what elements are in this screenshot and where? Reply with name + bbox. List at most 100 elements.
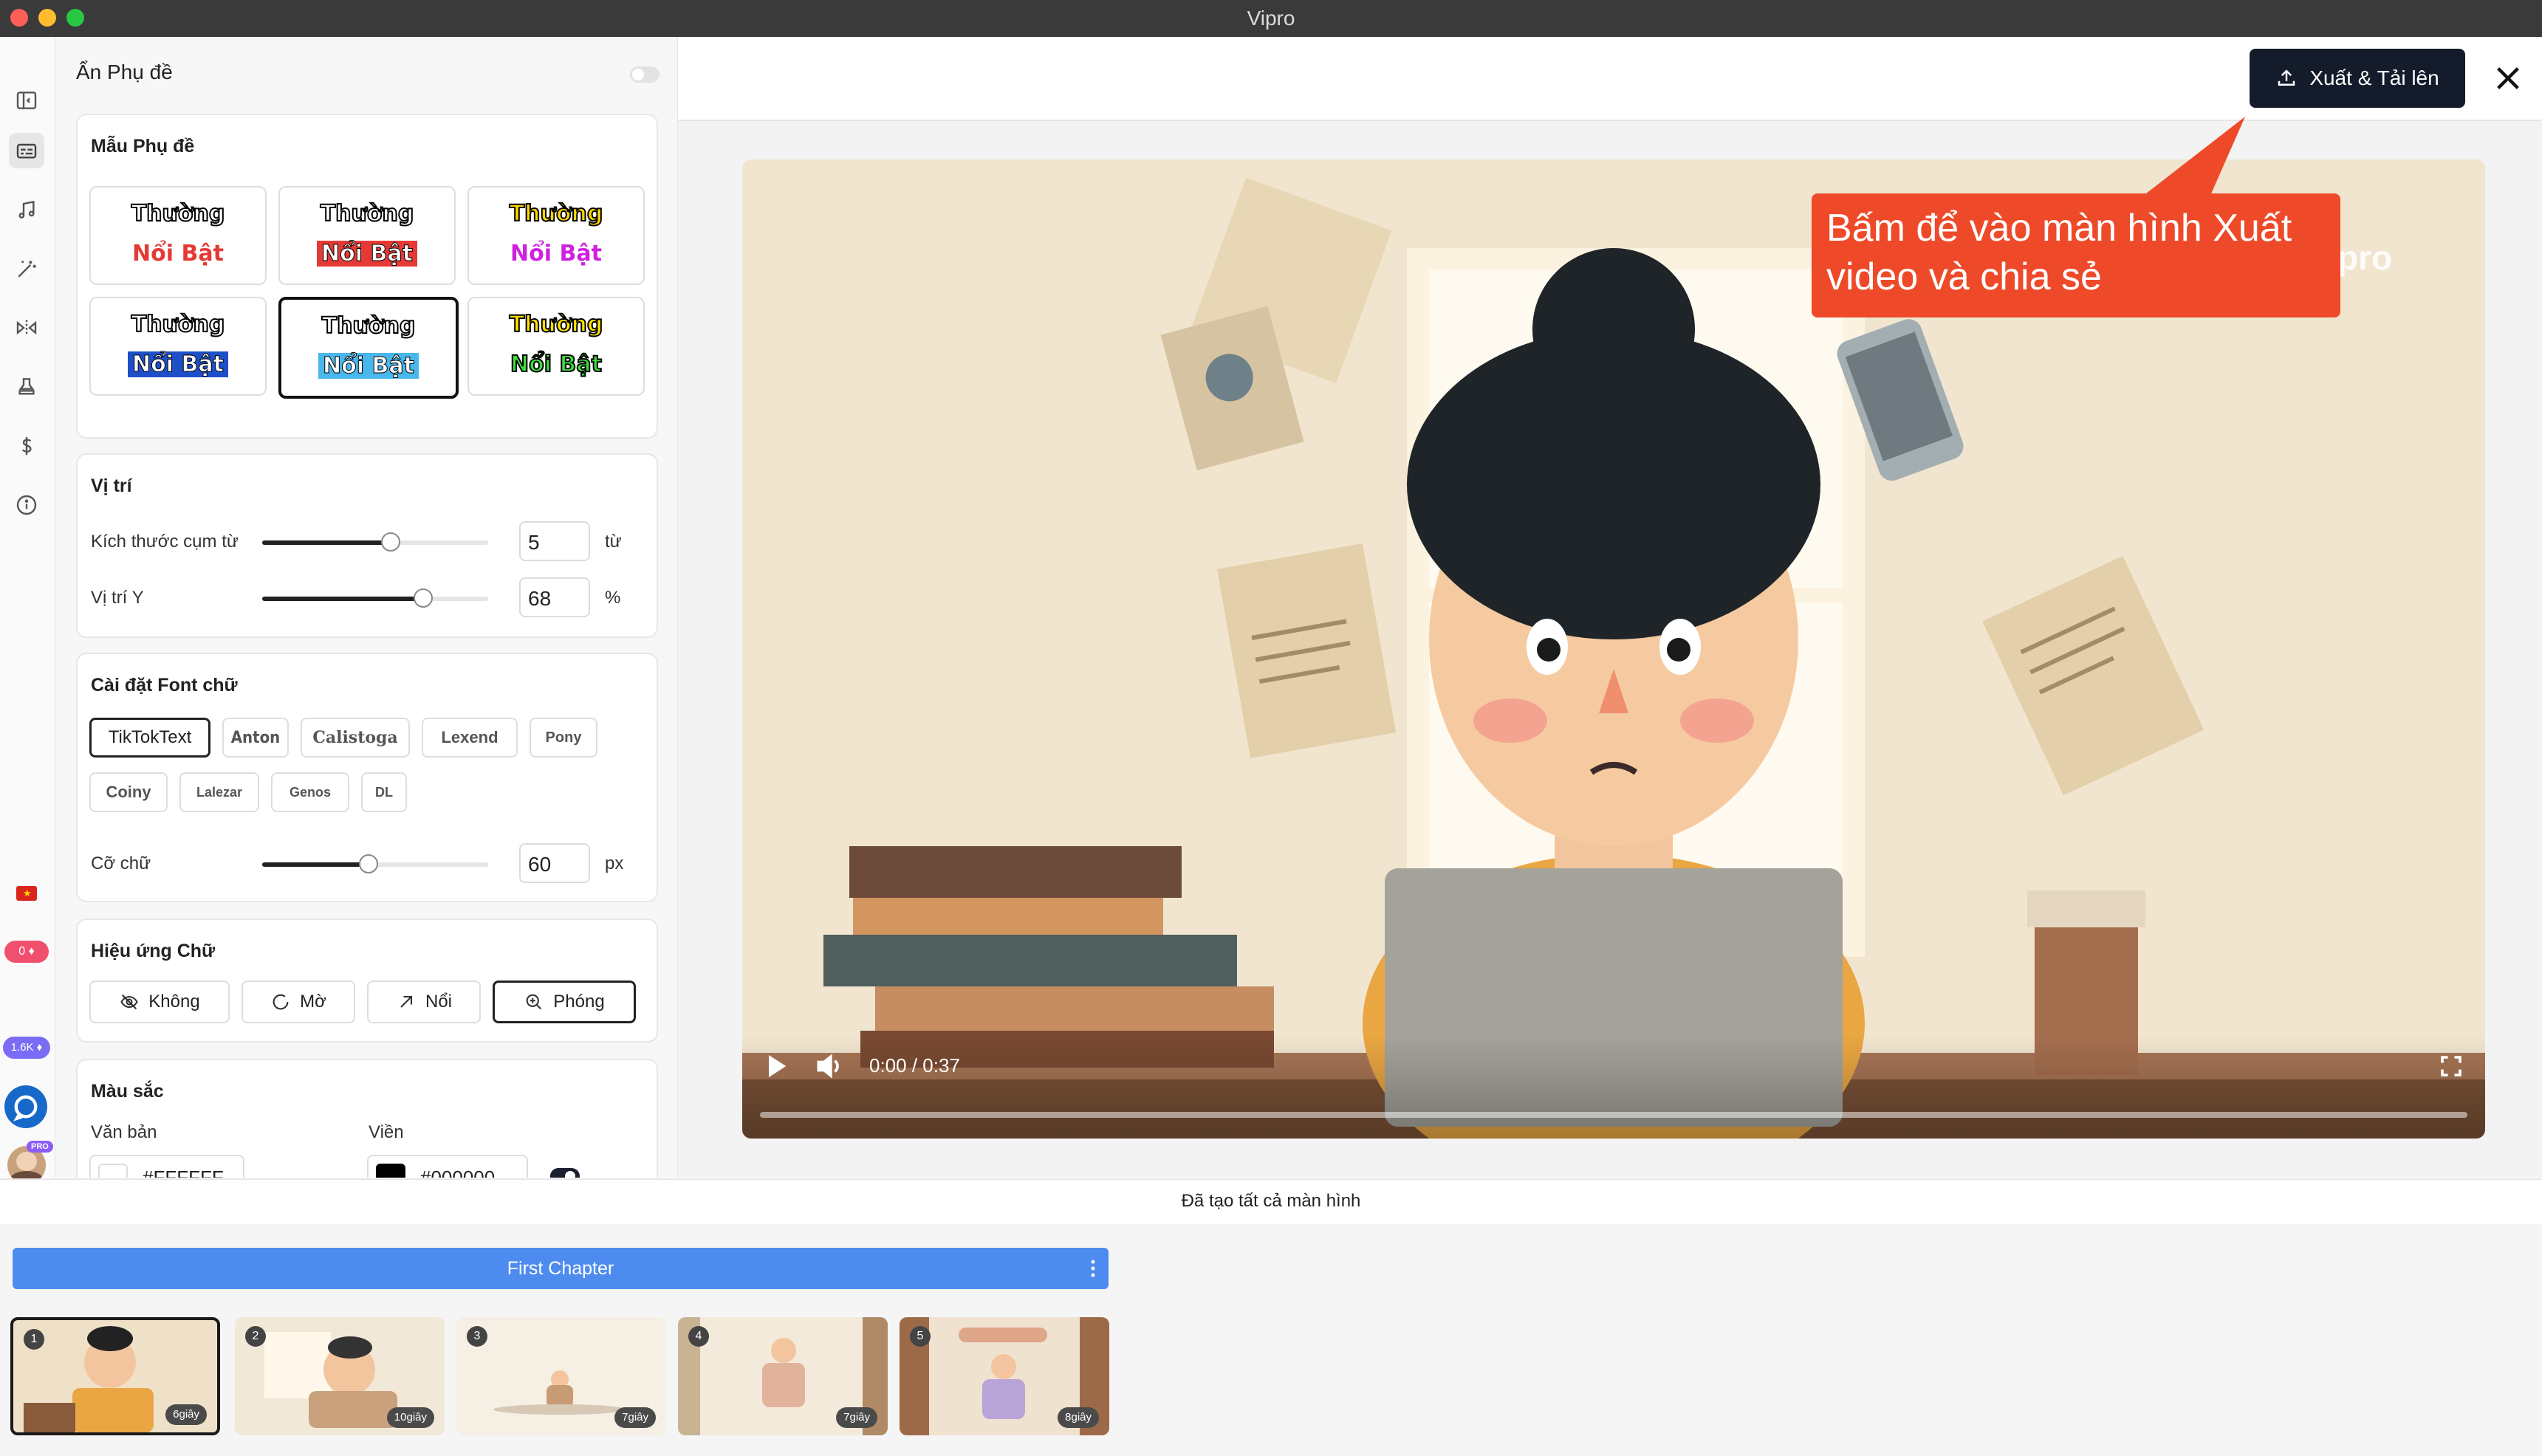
position-y-input[interactable]: 68 xyxy=(519,577,590,617)
subtitle-templates-card: Mẫu Phụ đề Thường Nổi Bật Thường Nổi Bật… xyxy=(76,114,658,439)
panel-collapse-icon[interactable] xyxy=(9,83,44,118)
scene-duration: 8giây xyxy=(1058,1407,1099,1428)
info-icon[interactable] xyxy=(9,487,44,523)
effect-zoom-button[interactable]: Phóng xyxy=(493,981,636,1023)
template-normal-text: Thường xyxy=(509,311,604,338)
music-icon[interactable] xyxy=(9,192,44,227)
video-progress-bar[interactable] xyxy=(760,1112,2467,1118)
font-option-calistoga[interactable]: Calistoga xyxy=(301,718,410,758)
colors-title: Màu sắc xyxy=(91,1081,164,1102)
scene-thumbnail[interactable]: 1 6giây xyxy=(10,1317,220,1435)
chat-icon xyxy=(13,1095,38,1122)
font-option-pony[interactable]: Pony xyxy=(530,718,597,758)
more-options-icon[interactable] xyxy=(1089,1258,1097,1279)
points-count: 0 xyxy=(18,945,26,958)
scene-number: 2 xyxy=(245,1326,266,1347)
vietnam-flag-icon[interactable]: ★ xyxy=(16,886,37,901)
subtitles-icon[interactable] xyxy=(9,133,44,168)
font-size-unit: px xyxy=(605,854,624,873)
template-option-2[interactable]: Thường Nổi Bật xyxy=(278,186,456,285)
font-option-genos[interactable]: Genos xyxy=(271,772,349,812)
outline-color-picker[interactable]: #000000 xyxy=(367,1155,528,1178)
controls-overlay xyxy=(742,1035,2485,1139)
position-y-unit: % xyxy=(605,588,621,608)
stamp-icon[interactable] xyxy=(9,369,44,405)
template-normal-text: Thường xyxy=(131,200,226,227)
hide-subtitles-toggle[interactable] xyxy=(630,66,660,83)
color-preview xyxy=(376,1164,405,1178)
font-settings-card: Cài đặt Font chữ TikTokText Anton Calist… xyxy=(76,653,658,902)
volume-icon[interactable] xyxy=(813,1050,846,1082)
effect-none-label: Không xyxy=(148,992,200,1012)
font-size-input[interactable]: 60 xyxy=(519,843,590,883)
zoom-in-icon xyxy=(526,994,542,1010)
upload-icon xyxy=(2278,69,2295,86)
effect-blur-label: Mờ xyxy=(300,992,326,1012)
outline-color-value: #000000 xyxy=(420,1167,496,1178)
slider-handle[interactable] xyxy=(414,588,433,608)
effect-rise-button[interactable]: Nổi xyxy=(367,981,481,1023)
scene-thumbnail[interactable]: 5 8giây xyxy=(900,1317,1109,1435)
font-option-lexend[interactable]: Lexend xyxy=(422,718,518,758)
play-icon[interactable] xyxy=(761,1050,791,1082)
points-badge[interactable]: 0 ♦ xyxy=(4,941,49,963)
time-display: 0:00 / 0:37 xyxy=(869,1054,960,1076)
chapter-title: First Chapter xyxy=(507,1258,614,1279)
word-group-size-slider[interactable] xyxy=(262,532,488,552)
scene-number: 1 xyxy=(24,1329,44,1350)
scene-number: 3 xyxy=(467,1326,487,1347)
template-highlight-text: Nổi Bật xyxy=(132,241,224,267)
transition-icon[interactable] xyxy=(9,310,44,346)
scene-thumbnail[interactable]: 3 7giây xyxy=(456,1317,666,1435)
font-size-slider[interactable] xyxy=(262,854,488,873)
credits-badge[interactable]: 1.6K ♦ xyxy=(3,1037,50,1059)
title-bar: Vipro xyxy=(0,0,2542,37)
slider-handle[interactable] xyxy=(381,532,400,552)
text-color-label: Văn bản xyxy=(91,1122,157,1142)
text-color-value: #FFFFFF xyxy=(143,1167,224,1178)
font-option-coiny[interactable]: Coiny xyxy=(89,772,168,812)
scene-thumbnail[interactable]: 4 7giây xyxy=(678,1317,888,1435)
template-normal-text: Thường xyxy=(509,200,604,227)
scene-duration: 7giây xyxy=(836,1407,877,1428)
effect-none-button[interactable]: Không xyxy=(89,981,230,1023)
template-option-4[interactable]: Thường Nổi Bật xyxy=(89,297,267,396)
scene-duration: 7giây xyxy=(614,1407,656,1428)
font-option-tiktoktext[interactable]: TikTokText xyxy=(89,718,210,758)
text-color-picker[interactable]: #FFFFFF xyxy=(89,1155,244,1178)
text-effects-card: Hiệu ứng Chữ Không Mờ Nổi Phóng xyxy=(76,918,658,1043)
text-effects-title: Hiệu ứng Chữ xyxy=(91,941,216,961)
export-upload-button[interactable]: Xuất & Tải lên xyxy=(2250,49,2465,108)
font-option-lalezar[interactable]: Lalezar xyxy=(179,772,259,812)
credits-count: 1.6K xyxy=(10,1041,34,1054)
effect-rise-label: Nổi xyxy=(425,992,452,1012)
outline-toggle[interactable] xyxy=(550,1168,580,1178)
dollar-icon[interactable] xyxy=(9,428,44,464)
template-normal-text: Thường xyxy=(320,200,415,227)
word-group-size-input[interactable]: 5 xyxy=(519,521,590,561)
effect-blur-button[interactable]: Mờ xyxy=(241,981,355,1023)
template-option-1[interactable]: Thường Nổi Bật xyxy=(89,186,267,285)
template-highlight-text: Nổi Bật xyxy=(510,351,603,378)
window-title: Vipro xyxy=(1247,7,1295,30)
magic-wand-icon[interactable] xyxy=(9,251,44,286)
chat-button[interactable] xyxy=(4,1085,47,1128)
template-option-5[interactable]: Thường Nổi Bật xyxy=(278,297,459,399)
slider-handle[interactable] xyxy=(359,854,378,873)
font-option-dl[interactable]: DL xyxy=(361,772,407,812)
loading-icon xyxy=(273,994,289,1010)
scene-duration: 10giây xyxy=(386,1407,434,1428)
position-y-slider[interactable] xyxy=(262,588,488,608)
close-icon[interactable] xyxy=(2493,63,2523,93)
scene-number: 5 xyxy=(910,1326,931,1347)
template-option-3[interactable]: Thường Nổi Bật xyxy=(467,186,645,285)
scene-thumbnail[interactable]: 2 10giây xyxy=(235,1317,445,1435)
template-highlight-text: Nổi Bật xyxy=(318,353,419,380)
chapter-bar[interactable]: First Chapter xyxy=(13,1248,1109,1289)
font-option-anton[interactable]: Anton xyxy=(222,718,289,758)
font-size-label: Cỡ chữ xyxy=(91,854,151,873)
fullscreen-icon[interactable] xyxy=(2438,1053,2464,1079)
outline-color-label: Viền xyxy=(369,1122,404,1142)
template-option-6[interactable]: Thường Nổi Bật xyxy=(467,297,645,396)
arrow-up-right-icon xyxy=(400,995,413,1008)
